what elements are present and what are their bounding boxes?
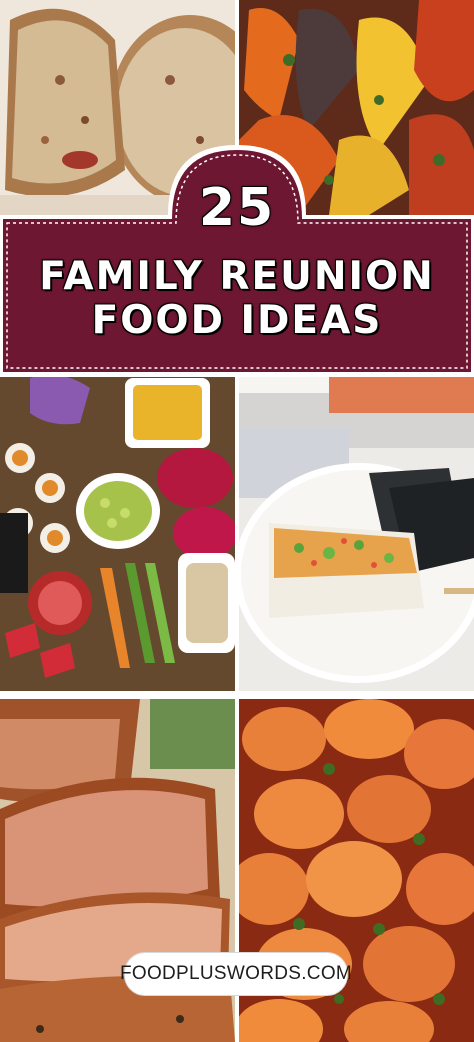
- banner-number: 25: [198, 178, 276, 238]
- website-label[interactable]: FOODPLUSWORDS.COM: [120, 952, 352, 996]
- photo-sushi-bake: [239, 373, 474, 691]
- banner-title-line-2: FOOD IDEAS: [91, 298, 383, 343]
- photo-charcuterie-board: [0, 373, 235, 691]
- banner-title-line-1: FAMILY REUNION: [39, 254, 435, 299]
